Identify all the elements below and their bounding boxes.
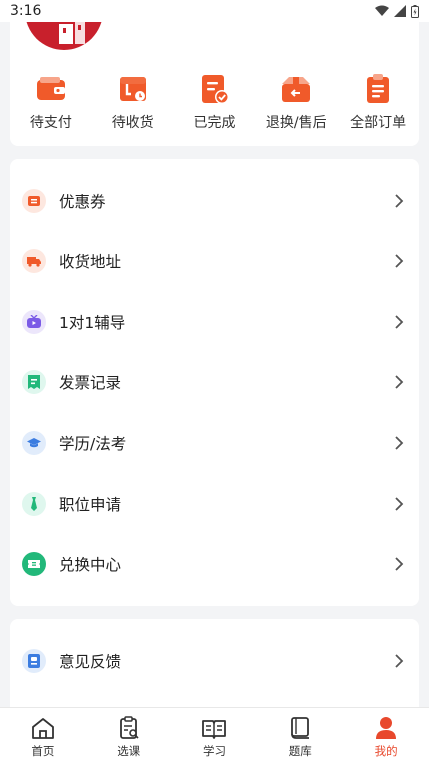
tab-mine[interactable]: 我的	[343, 708, 429, 761]
home-icon	[31, 718, 54, 739]
open-book-icon	[202, 720, 227, 739]
bottom-tab-bar: 首页 选课 学习 题库 我的	[0, 707, 429, 761]
tie-icon	[22, 492, 46, 516]
menu-item-shipping-address[interactable]: 收货地址	[10, 231, 419, 291]
menu-card: 优惠券 收货地址 1对1辅导 发票记录 学历/法考 职位申请 兑换中心	[10, 159, 419, 606]
menu-item-feedback[interactable]: 意见反馈	[10, 631, 419, 691]
ticket-icon	[22, 552, 46, 576]
order-shortcuts: 待支付 待收货 已完成 退换/售后 全部订单	[10, 72, 419, 132]
chevron-right-icon	[395, 654, 404, 668]
tab-course-select[interactable]: 选课	[86, 708, 172, 761]
order-all[interactable]: 全部订单	[339, 72, 417, 132]
question-bank-icon	[291, 717, 310, 739]
chevron-right-icon	[395, 375, 404, 389]
order-completed[interactable]: 已完成	[175, 72, 253, 132]
document-check-icon	[202, 75, 230, 104]
status-bar: 3:16	[0, 0, 429, 22]
wifi-icon	[375, 5, 389, 16]
chevron-right-icon	[395, 497, 404, 511]
tab-question-bank[interactable]: 题库	[257, 708, 343, 761]
menu-card-secondary: 意见反馈	[10, 619, 419, 719]
menu-item-education-law-exam[interactable]: 学历/法考	[10, 413, 419, 473]
menu-item-invoice-records[interactable]: 发票记录	[10, 352, 419, 412]
chevron-right-icon	[395, 194, 404, 208]
tab-home[interactable]: 首页	[0, 708, 86, 761]
person-icon	[376, 717, 397, 739]
tab-study[interactable]: 学习	[172, 708, 258, 761]
chevron-right-icon	[395, 315, 404, 329]
wallet-icon	[36, 77, 65, 100]
chevron-right-icon	[395, 436, 404, 450]
menu-item-job-application[interactable]: 职位申请	[10, 474, 419, 534]
order-pending-receipt[interactable]: 待收货	[94, 72, 172, 132]
truck-icon	[22, 249, 46, 273]
signal-icon	[394, 5, 406, 17]
return-box-icon	[282, 77, 311, 102]
menu-item-redemption-center[interactable]: 兑换中心	[10, 534, 419, 594]
graduation-cap-icon	[22, 431, 46, 455]
chevron-right-icon	[395, 557, 404, 571]
clipboard-list-icon	[367, 74, 390, 103]
menu-item-one-on-one-tutoring[interactable]: 1对1辅导	[10, 292, 419, 352]
delivery-box-icon	[119, 77, 146, 101]
invoice-icon	[22, 370, 46, 394]
feedback-icon	[22, 649, 46, 673]
status-icons	[375, 4, 419, 18]
battery-icon	[411, 4, 419, 18]
course-select-icon	[119, 716, 139, 739]
status-time: 3:16	[10, 3, 42, 19]
order-pending-payment[interactable]: 待支付	[12, 72, 90, 132]
tv-tutor-icon	[22, 310, 46, 334]
coupon-icon	[22, 189, 46, 213]
order-returns-aftersale[interactable]: 退换/售后	[257, 72, 335, 132]
chevron-right-icon	[395, 254, 404, 268]
menu-item-coupons[interactable]: 优惠券	[10, 171, 419, 231]
